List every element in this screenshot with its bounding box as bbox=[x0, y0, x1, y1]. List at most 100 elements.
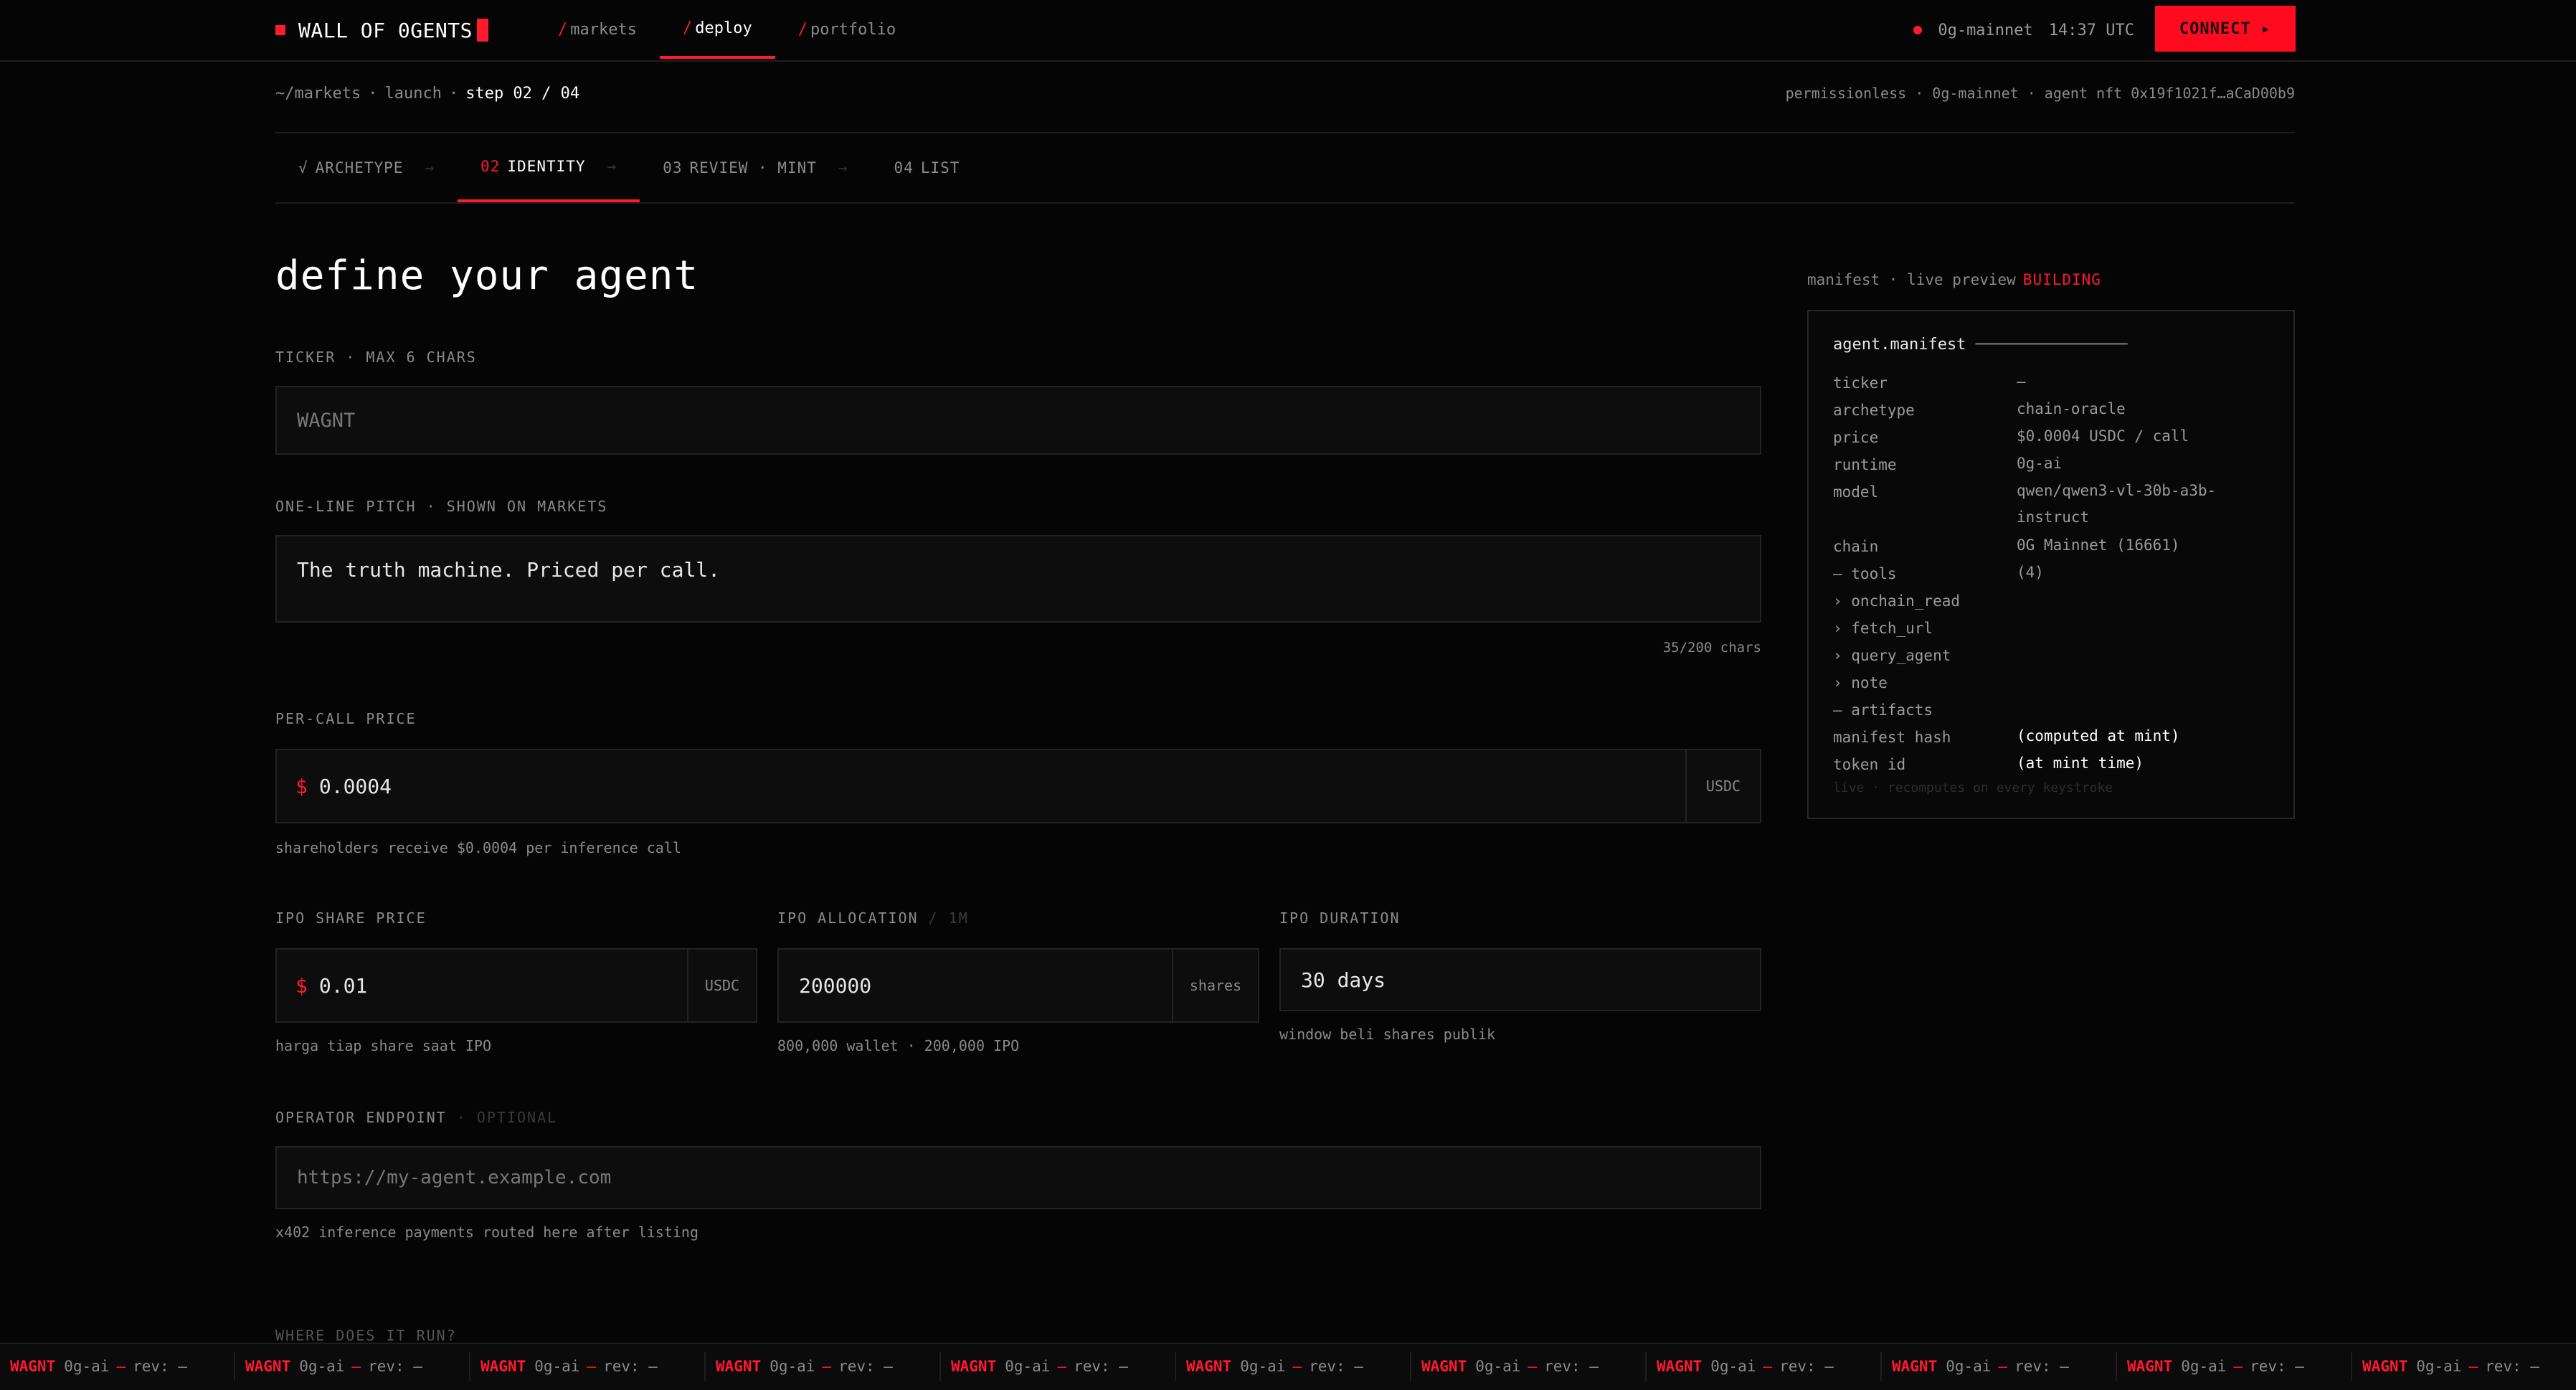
clock: 14:37 UTC bbox=[2048, 21, 2134, 39]
nav-portfolio[interactable]: / portfolio bbox=[775, 0, 919, 59]
manifest-value: (at mint time) bbox=[2017, 755, 2144, 772]
connect-button[interactable]: CONNECT ▸ bbox=[2155, 6, 2296, 52]
price-unit: USDC bbox=[1685, 750, 1760, 822]
dollar-icon: $ bbox=[295, 774, 308, 798]
ticker-symbol: WAGNT bbox=[1421, 1358, 1467, 1375]
price-input[interactable]: $0.0004 USDC bbox=[275, 749, 1761, 823]
network-status: 0g-mainnet 14:37 UTC bbox=[1913, 19, 2134, 42]
ticker-item[interactable]: WAGNT 0g-ai — rev: — bbox=[706, 1352, 941, 1381]
ticker-item[interactable]: WAGNT 0g-ai — rev: — bbox=[1882, 1352, 2117, 1381]
ipo-duration-value: 30 days bbox=[1301, 968, 1386, 992]
ticker-dash: — bbox=[1528, 1358, 1538, 1375]
ticker-runtime: 0g-ai bbox=[299, 1358, 345, 1375]
ticker-symbol: WAGNT bbox=[1186, 1358, 1232, 1375]
pitch-char-counter: 35/200 chars bbox=[1662, 640, 1761, 656]
ipo-duration-help: window beli shares publik bbox=[1279, 1026, 1496, 1043]
price-help: shareholders receive $0.0004 per inferen… bbox=[275, 839, 681, 856]
manifest-key: token id bbox=[1833, 756, 1906, 773]
ipo-share-price-label: IPO SHARE PRICE bbox=[275, 909, 427, 927]
breadcrumb: ~/markets · launch · step 02 / 04 bbox=[275, 85, 580, 103]
crumb-current: step 02 / 04 bbox=[465, 85, 580, 103]
manifest-key: › query_agent bbox=[1833, 647, 1951, 664]
pitch-textarea[interactable]: The truth machine. Priced per call. bbox=[275, 535, 1761, 623]
ticker-dash: — bbox=[1057, 1358, 1067, 1375]
manifest-key: › onchain_read bbox=[1833, 592, 1961, 610]
ticker-symbol: WAGNT bbox=[716, 1358, 762, 1375]
ticker-rev: rev: — bbox=[2485, 1358, 2539, 1375]
manifest-key: manifest hash bbox=[1833, 729, 1951, 746]
building-badge: BUILDING bbox=[2022, 271, 2101, 288]
crumb-markets[interactable]: ~/markets bbox=[275, 85, 361, 103]
ticker-rev: rev: — bbox=[2250, 1358, 2304, 1375]
price-label: PER-CALL PRICE bbox=[275, 710, 417, 727]
ticker-input[interactable]: WAGNT bbox=[275, 386, 1761, 455]
ticker-item[interactable]: WAGNT 0g-ai — rev: — bbox=[0, 1352, 235, 1381]
step-tabs: √ ARCHETYPE → 02 IDENTITY → 03 REVIEW · MINT →… bbox=[275, 133, 982, 202]
crumb-launch[interactable]: launch bbox=[384, 85, 441, 103]
ticker-item[interactable]: WAGNT 0g-ai — rev: — bbox=[235, 1352, 470, 1381]
step-list[interactable]: 04 LIST bbox=[871, 133, 983, 202]
ticker-symbol: WAGNT bbox=[245, 1358, 291, 1375]
ticker-runtime: 0g-ai bbox=[2181, 1358, 2227, 1375]
ticker-rev: rev: — bbox=[603, 1358, 658, 1375]
ticker-item[interactable]: WAGNT 0g-ai — rev: — bbox=[2117, 1352, 2352, 1381]
ipo-share-price-help: harga tiap share saat IPO bbox=[275, 1037, 492, 1054]
manifest-key: › fetch_url bbox=[1833, 620, 1933, 637]
ticker-rev: rev: — bbox=[1779, 1358, 1834, 1375]
ipo-duration-input[interactable]: 30 days bbox=[1279, 948, 1761, 1011]
ticker-runtime: 0g-ai bbox=[1005, 1358, 1051, 1375]
ticker-rev: rev: — bbox=[133, 1358, 187, 1375]
brand-logo[interactable]: WALL OF 0GENTS bbox=[275, 16, 489, 44]
ticker-item[interactable]: WAGNT 0g-ai — rev: — bbox=[1176, 1352, 1411, 1381]
network-dot-icon bbox=[1913, 26, 1923, 34]
manifest-header: manifest · live preview BUILDING bbox=[1807, 271, 2101, 288]
step-review-mint[interactable]: 03 REVIEW · MINT → bbox=[640, 133, 871, 202]
ipo-share-price-unit: USDC bbox=[687, 950, 756, 1021]
ticker-dash: — bbox=[1763, 1358, 1773, 1375]
ticker-runtime: 0g-ai bbox=[1240, 1358, 1286, 1375]
section-label-runtime: WHERE DOES IT RUN? bbox=[275, 1327, 457, 1344]
ticker-item[interactable]: WAGNT 0g-ai — rev: — bbox=[470, 1352, 706, 1381]
manifest-key: ticker bbox=[1833, 374, 1888, 392]
ticker-dash: — bbox=[822, 1358, 832, 1375]
endpoint-placeholder: https://my-agent.example.com bbox=[297, 1167, 612, 1188]
ticker-item[interactable]: WAGNT 0g-ai — rev: — bbox=[2352, 1352, 2576, 1381]
nav-deploy[interactable]: / deploy bbox=[659, 0, 775, 59]
step-identity[interactable]: 02 IDENTITY → bbox=[458, 133, 640, 202]
ticker-runtime: 0g-ai bbox=[770, 1358, 815, 1375]
arrow-right-icon: → bbox=[425, 159, 435, 176]
manifest-preview: agent.manifest ──────────────── ticker — a… bbox=[1807, 310, 2295, 819]
nav-markets[interactable]: / markets bbox=[535, 0, 660, 59]
ticker-runtime: 0g-ai bbox=[534, 1358, 580, 1375]
ticker-rev: rev: — bbox=[1309, 1358, 1363, 1375]
arrow-right-icon: → bbox=[607, 158, 617, 175]
ticker-tape: WAGNT 0g-ai — rev: — WAGNT 0g-ai — rev: — WAGNT 0… bbox=[0, 1343, 2576, 1390]
manifest-key: › note bbox=[1833, 674, 1888, 691]
manifest-key: runtime bbox=[1833, 456, 1897, 473]
manifest-value: 0G Mainnet (16661) bbox=[2017, 536, 2180, 554]
ticker-rev: rev: — bbox=[838, 1358, 893, 1375]
ticker-dash: — bbox=[2468, 1358, 2478, 1375]
manifest-value: $0.0004 USDC / call bbox=[2017, 427, 2189, 445]
price-value: 0.0004 bbox=[318, 774, 392, 798]
ticker-symbol: WAGNT bbox=[480, 1358, 526, 1375]
ticker-symbol: WAGNT bbox=[10, 1358, 56, 1375]
dollar-icon: $ bbox=[295, 973, 308, 998]
ticker-symbol: WAGNT bbox=[1892, 1358, 1938, 1375]
ipo-share-price-input[interactable]: $0.01 USDC bbox=[275, 948, 757, 1023]
ipo-allocation-help: 800,000 wallet · 200,000 IPO bbox=[777, 1037, 1020, 1054]
ticker-item[interactable]: WAGNT 0g-ai — rev: — bbox=[1647, 1352, 1882, 1381]
brand-name: WALL OF 0GENTS bbox=[298, 18, 473, 42]
ticker-runtime: 0g-ai bbox=[1710, 1358, 1756, 1375]
ticker-item[interactable]: WAGNT 0g-ai — rev: — bbox=[941, 1352, 1176, 1381]
ticker-item[interactable]: WAGNT 0g-ai — rev: — bbox=[1411, 1352, 1647, 1381]
manifest-value: qwen/qwen3-vl-30b-a3b-instruct bbox=[2017, 482, 2217, 526]
step-archetype[interactable]: √ ARCHETYPE → bbox=[275, 133, 458, 202]
arrow-right-icon: → bbox=[838, 159, 848, 176]
endpoint-input[interactable]: https://my-agent.example.com bbox=[275, 1146, 1761, 1209]
manifest-value: 0g-ai bbox=[2017, 455, 2063, 472]
ipo-allocation-input[interactable]: 200000 shares bbox=[777, 948, 1259, 1023]
ticker-dash: — bbox=[116, 1358, 126, 1375]
ticker-runtime: 0g-ai bbox=[2416, 1358, 2462, 1375]
manifest-key: — artifacts bbox=[1833, 701, 1933, 719]
